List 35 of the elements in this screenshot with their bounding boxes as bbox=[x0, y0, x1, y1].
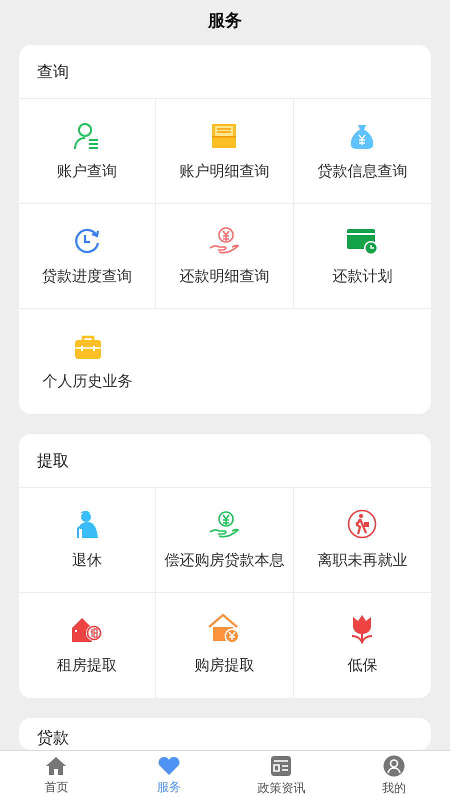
person-list-icon bbox=[74, 122, 100, 150]
home-icon bbox=[45, 756, 68, 776]
tab-item[interactable]: 首页 bbox=[0, 751, 112, 800]
clock-refresh-icon bbox=[73, 226, 102, 255]
heart-icon bbox=[158, 756, 180, 776]
section-title: 查询 bbox=[37, 60, 69, 82]
money-bag-icon bbox=[350, 124, 374, 150]
news-icon bbox=[270, 754, 292, 776]
walking-person-icon bbox=[347, 508, 378, 539]
service-item[interactable]: 还款计划 bbox=[294, 204, 431, 309]
service-item[interactable]: 低保 bbox=[294, 593, 431, 698]
tab-item[interactable]: 我的 bbox=[338, 751, 450, 800]
service-item[interactable]: 贷款进度查询 bbox=[19, 204, 156, 309]
document-tray-icon bbox=[210, 122, 238, 150]
service-item[interactable]: 账户明细查询 bbox=[156, 99, 294, 204]
briefcase-icon bbox=[74, 334, 102, 360]
page-title: 服务 bbox=[208, 10, 242, 34]
card-clock-icon bbox=[346, 226, 378, 255]
service-item[interactable]: 离职未再就业 bbox=[294, 488, 431, 593]
service-item[interactable]: 退休 bbox=[19, 488, 156, 593]
service-item[interactable]: 贷款信息查询 bbox=[294, 99, 431, 204]
service-item[interactable]: 租房提取 bbox=[19, 593, 156, 698]
section-title: 提取 bbox=[37, 450, 69, 472]
service-item[interactable]: 个人历史业务 bbox=[19, 309, 156, 414]
tab-item[interactable]: 政策资讯 bbox=[225, 751, 338, 800]
house-coin-icon bbox=[208, 614, 240, 644]
coin-hand-icon bbox=[209, 510, 240, 539]
service-item[interactable]: 偿还购房贷款本息 bbox=[156, 488, 294, 593]
profile-icon bbox=[382, 754, 405, 776]
service-item[interactable]: 还款明细查询 bbox=[156, 204, 294, 309]
house-coin-icon bbox=[71, 616, 104, 644]
service-item[interactable]: 账户查询 bbox=[19, 99, 156, 204]
service-item[interactable]: 购房提取 bbox=[156, 593, 294, 698]
coin-hand-icon bbox=[209, 226, 240, 255]
section-title: 贷款 bbox=[37, 728, 69, 747]
